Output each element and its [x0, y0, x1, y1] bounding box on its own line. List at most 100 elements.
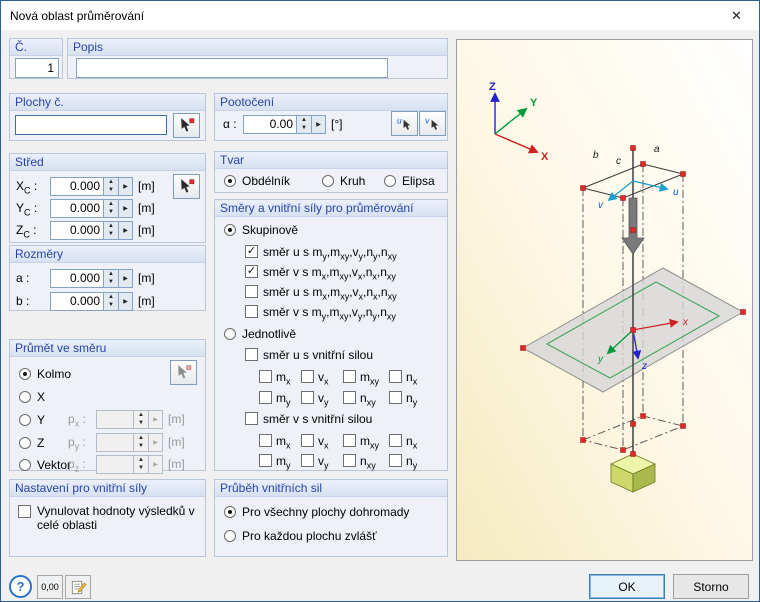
force-my[interactable]: my [259, 454, 301, 469]
reset-values-option[interactable]: Vynulovat hodnoty výsledků v celé oblast… [18, 504, 199, 532]
distribution-option-all[interactable]: Pro všechny plochy dohromady [224, 504, 409, 519]
center-z-value[interactable]: 0.000 [50, 220, 104, 240]
center-x-spinner[interactable]: 0.000 ▲ ▼ ▶ [50, 176, 133, 196]
checkbox-individual-v[interactable] [245, 412, 258, 425]
spin-down-icon[interactable]: ▼ [104, 301, 118, 310]
decimal-places-button[interactable]: 0,00 [37, 575, 63, 599]
checkbox-reset-values[interactable] [18, 505, 31, 518]
dim-b-stepper[interactable]: ▲ ▼ [104, 291, 119, 311]
description-input[interactable] [76, 58, 388, 78]
checkbox-u-mx[interactable] [259, 370, 272, 383]
radio-individual[interactable] [224, 327, 236, 340]
force-nxy[interactable]: nxy [343, 391, 389, 406]
distribution-option-each[interactable]: Pro každou plochu zvlášť [224, 528, 377, 543]
radio-proj-y[interactable] [19, 413, 31, 426]
edit-comment-button[interactable] [65, 575, 91, 599]
projection-option-perpendicular[interactable]: Kolmo [19, 366, 71, 381]
force-vy[interactable]: vy [301, 454, 343, 469]
dim-a-value[interactable]: 0.000 [50, 268, 104, 288]
projection-option-z[interactable]: Z [19, 435, 44, 450]
checkbox-v-nxy[interactable] [343, 454, 356, 467]
center-y-spinner[interactable]: 0.000 ▲ ▼ ▶ [50, 198, 133, 218]
spin-up-icon[interactable]: ▲ [104, 293, 118, 302]
grouped-option-3[interactable]: směr u s mx,mxy,vx,nx,nxy [245, 284, 397, 300]
checkbox-u-ny[interactable] [389, 391, 402, 404]
pick-projection-button[interactable] [170, 360, 197, 385]
expand-icon[interactable]: ▶ [119, 176, 133, 196]
expand-icon[interactable]: ▶ [312, 114, 326, 134]
radio-perpendicular[interactable] [19, 367, 31, 380]
dim-b-value[interactable]: 0.000 [50, 291, 104, 311]
radio-each-surface[interactable] [224, 529, 236, 542]
expand-icon[interactable]: ▶ [119, 291, 133, 311]
titlebar[interactable]: Nová oblast průměrování ✕ [1, 1, 759, 30]
force-vx[interactable]: vx [301, 370, 343, 385]
checkbox-v-vx[interactable] [301, 434, 314, 447]
center-x-stepper[interactable]: ▲ ▼ [104, 176, 119, 196]
force-ny[interactable]: ny [389, 454, 429, 469]
pick-surfaces-button[interactable] [173, 113, 200, 138]
shape-option-rectangle[interactable]: Obdélník [224, 173, 290, 188]
force-nx[interactable]: nx [389, 370, 429, 385]
center-z-spinner[interactable]: 0.000 ▲ ▼ ▶ [50, 220, 133, 240]
directions-option-grouped[interactable]: Skupinově [224, 222, 298, 237]
radio-proj-z[interactable] [19, 436, 31, 449]
force-vy[interactable]: vy [301, 391, 343, 406]
checkbox-grouped-2[interactable]: ✓ [245, 265, 258, 278]
center-x-value[interactable]: 0.000 [50, 176, 104, 196]
cancel-button[interactable]: Storno [673, 574, 749, 599]
dim-b-spinner[interactable]: 0.000 ▲ ▼ ▶ [50, 291, 133, 311]
spin-up-icon[interactable]: ▲ [104, 270, 118, 279]
projection-option-vector[interactable]: Vektor [19, 457, 71, 472]
grouped-option-4[interactable]: směr v s my,mxy,vy,ny,nxy [245, 304, 396, 320]
center-y-value[interactable]: 0.000 [50, 198, 104, 218]
spin-down-icon[interactable]: ▼ [104, 230, 118, 239]
radio-circle[interactable] [322, 174, 334, 187]
spin-up-icon[interactable]: ▲ [104, 200, 118, 209]
checkbox-u-my[interactable] [259, 391, 272, 404]
force-mx[interactable]: mx [259, 434, 301, 449]
checkbox-u-mxy[interactable] [343, 370, 356, 383]
checkbox-u-vy[interactable] [301, 391, 314, 404]
checkbox-grouped-3[interactable] [245, 285, 258, 298]
alpha-stepper[interactable]: ▲ ▼ [297, 114, 312, 134]
number-input[interactable] [15, 58, 59, 78]
force-ny[interactable]: ny [389, 391, 429, 406]
force-vx[interactable]: vx [301, 434, 343, 449]
spin-down-icon[interactable]: ▼ [104, 208, 118, 217]
checkbox-v-ny[interactable] [389, 454, 402, 467]
checkbox-v-vy[interactable] [301, 454, 314, 467]
checkbox-u-nx[interactable] [389, 370, 402, 383]
pick-rotation-u-button[interactable]: u [391, 111, 418, 136]
shape-option-ellipse[interactable]: Elipsa [384, 173, 435, 188]
spin-down-icon[interactable]: ▼ [104, 278, 118, 287]
center-z-stepper[interactable]: ▲ ▼ [104, 220, 119, 240]
checkbox-v-nx[interactable] [389, 434, 402, 447]
force-my[interactable]: my [259, 391, 301, 406]
surfaces-input[interactable] [15, 115, 167, 135]
pick-center-button[interactable] [173, 174, 200, 199]
dim-a-spinner[interactable]: 0.000 ▲ ▼ ▶ [50, 268, 133, 288]
radio-proj-vector[interactable] [19, 458, 31, 471]
pick-rotation-v-button[interactable]: v [419, 111, 446, 136]
expand-icon[interactable]: ▶ [119, 198, 133, 218]
checkbox-v-mx[interactable] [259, 434, 272, 447]
checkbox-v-my[interactable] [259, 454, 272, 467]
expand-icon[interactable]: ▶ [119, 268, 133, 288]
projection-option-x[interactable]: X [19, 389, 45, 404]
model-viewport[interactable]: Z Y X x y z u v a b c [456, 39, 753, 561]
alpha-value[interactable]: 0.00 [243, 114, 297, 134]
directions-option-individual[interactable]: Jednotlivě [224, 326, 296, 341]
radio-proj-x[interactable] [19, 390, 31, 403]
radio-rectangle[interactable] [224, 174, 236, 187]
radio-grouped[interactable] [224, 223, 236, 236]
spin-up-icon[interactable]: ▲ [104, 222, 118, 231]
force-mx[interactable]: mx [259, 370, 301, 385]
grouped-option-2[interactable]: ✓ směr v s mx,mxy,vx,nx,nxy [245, 264, 396, 280]
checkbox-individual-u[interactable] [245, 348, 258, 361]
spin-down-icon[interactable]: ▼ [104, 186, 118, 195]
checkbox-grouped-4[interactable] [245, 305, 258, 318]
projection-option-y[interactable]: Y [19, 412, 45, 427]
expand-icon[interactable]: ▶ [119, 220, 133, 240]
dim-a-stepper[interactable]: ▲ ▼ [104, 268, 119, 288]
